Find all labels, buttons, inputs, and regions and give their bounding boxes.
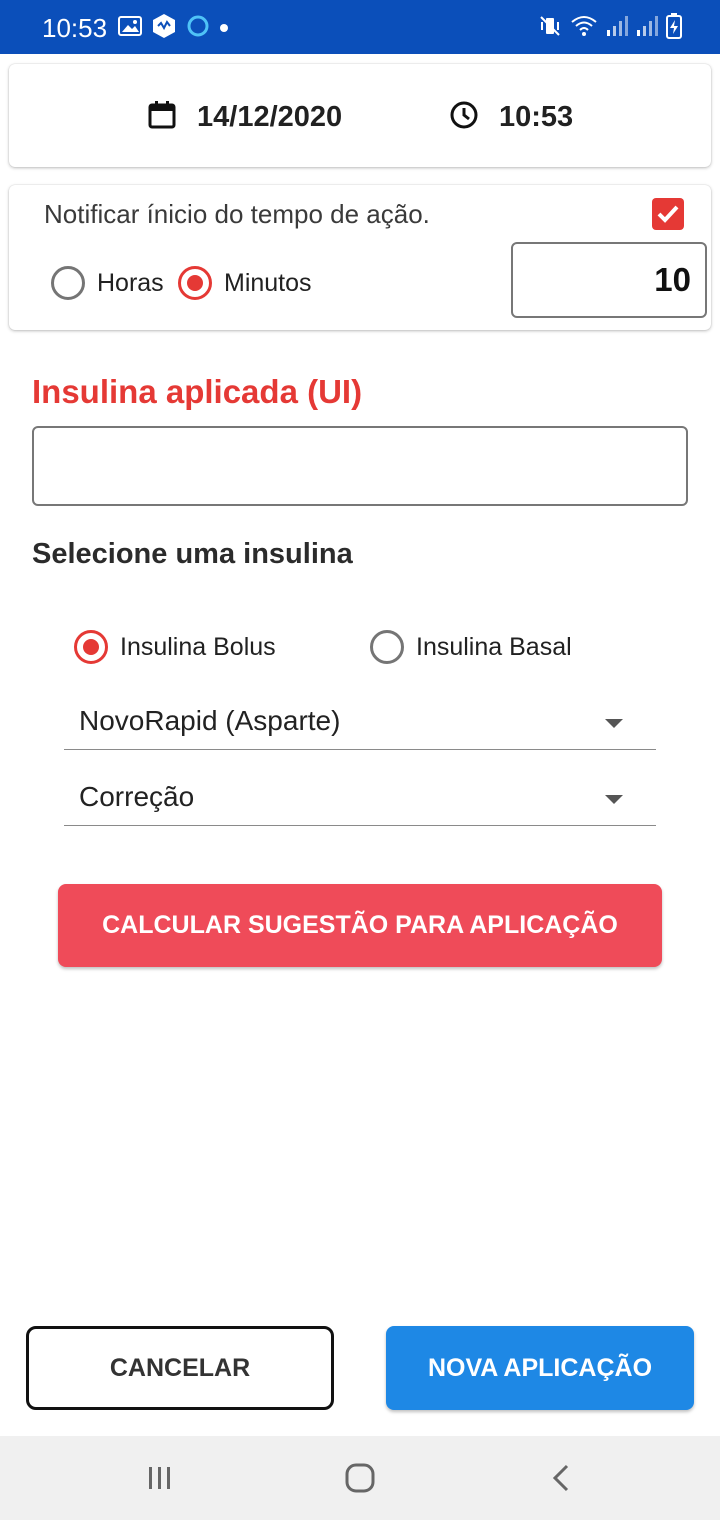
insulin-applied-input[interactable] [32, 426, 688, 506]
signal-icon [606, 14, 628, 43]
insulin-dropdown[interactable]: NovoRapid (Asparte) [64, 699, 656, 750]
time-picker[interactable]: 10:53 [449, 100, 573, 134]
type-dropdown-value: Correção [79, 781, 195, 812]
status-bar: 10:53 [0, 0, 720, 54]
notify-time-input[interactable]: 10 [511, 242, 707, 318]
radio-minutes-circle[interactable] [178, 266, 212, 300]
navigation-bar [0, 1436, 720, 1520]
radio-basal[interactable]: Insulina Basal [370, 629, 572, 665]
wifi-icon [570, 14, 598, 43]
cancel-button[interactable]: CANCELAR [26, 1326, 334, 1410]
new-application-button[interactable]: NOVA APLICAÇÃO [386, 1326, 694, 1410]
radio-bolus-circle[interactable] [74, 630, 108, 664]
signal-icon [636, 14, 658, 43]
home-icon[interactable] [338, 1458, 382, 1498]
circle-icon [186, 14, 210, 43]
notify-label: Notificar ínicio do tempo de ação. [44, 199, 430, 229]
radio-bolus-label: Insulina Bolus [120, 632, 276, 661]
status-time: 10:53 [42, 13, 108, 43]
notify-card: Notificar ínicio do tempo de ação. Horas… [9, 185, 711, 330]
radio-basal-circle[interactable] [370, 630, 404, 664]
time-value: 10:53 [499, 100, 574, 133]
radio-basal-label: Insulina Basal [416, 632, 572, 661]
radio-hours-circle[interactable] [51, 266, 85, 300]
vibrate-mute-icon [538, 14, 562, 43]
radio-hours[interactable]: Horas [51, 265, 164, 301]
calendar-icon [147, 100, 177, 135]
recent-apps-icon[interactable] [137, 1458, 181, 1498]
image-icon [118, 15, 142, 42]
check-icon [657, 205, 679, 223]
clock-icon [449, 100, 479, 135]
select-insulin-title: Selecione uma insulina [32, 538, 353, 570]
app-hex-icon [152, 13, 176, 44]
radio-hours-label: Horas [97, 268, 164, 297]
date-value: 14/12/2020 [197, 100, 343, 133]
radio-minutes[interactable]: Minutos [178, 265, 312, 301]
radio-bolus[interactable]: Insulina Bolus [74, 629, 276, 665]
date-picker[interactable]: 14/12/2020 [147, 100, 342, 134]
notify-checkbox[interactable] [652, 198, 684, 230]
status-left-icons [118, 13, 228, 44]
insulin-dropdown-value: NovoRapid (Asparte) [79, 705, 341, 736]
type-dropdown[interactable]: Correção [64, 775, 656, 826]
dropdown-arrow-icon [605, 719, 623, 728]
battery-charging-icon [666, 12, 682, 44]
status-right-icons [538, 12, 682, 44]
back-icon[interactable] [540, 1458, 584, 1498]
radio-minutes-label: Minutos [224, 268, 312, 297]
dropdown-arrow-icon [605, 795, 623, 804]
dot-icon [220, 24, 228, 32]
datetime-card: 14/12/2020 10:53 [9, 64, 711, 167]
calculate-suggestion-button[interactable]: CALCULAR SUGESTÃO PARA APLICAÇÃO [58, 884, 662, 967]
insulin-applied-title: Insulina aplicada (UI) [32, 373, 363, 410]
